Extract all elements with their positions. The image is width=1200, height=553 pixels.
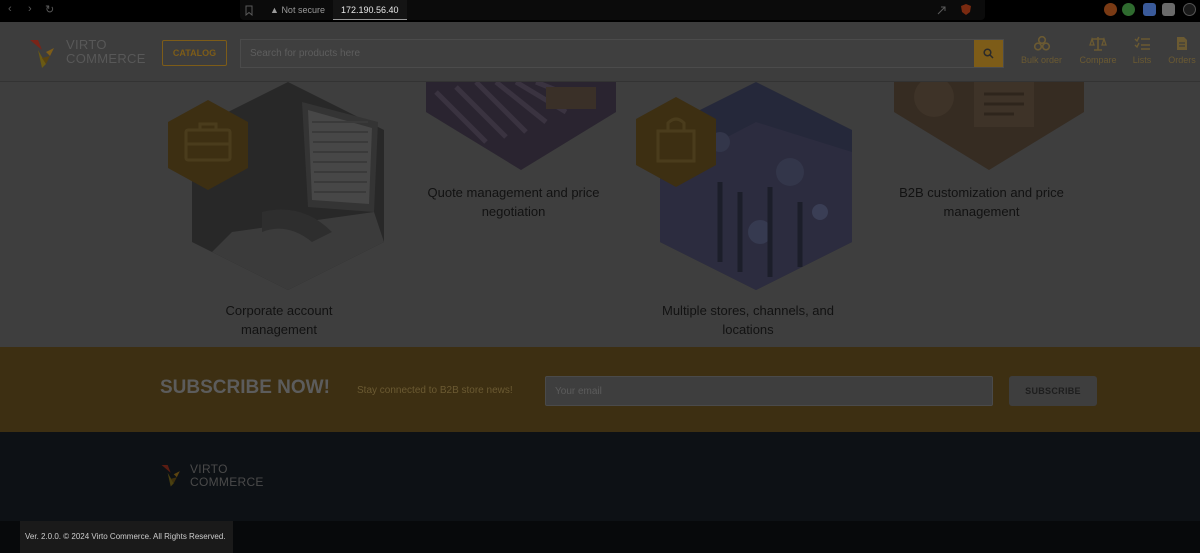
back-icon[interactable]: ‹ bbox=[8, 3, 12, 15]
bulk-order-button[interactable]: Bulk order bbox=[1019, 36, 1064, 65]
search-input[interactable] bbox=[241, 40, 976, 67]
copyright-text: Ver. 2.0.0. © 2024 Virto Commerce. All R… bbox=[20, 521, 233, 553]
handshake-image bbox=[426, 82, 616, 170]
orders-label: Orders bbox=[1168, 55, 1196, 65]
reload-icon[interactable]: ↻ bbox=[45, 3, 54, 16]
extension-icon[interactable] bbox=[1122, 3, 1135, 16]
search-box bbox=[240, 39, 1004, 68]
catalog-button[interactable]: CATALOG bbox=[162, 40, 227, 66]
feature-title-corporate: Corporate account management bbox=[225, 303, 333, 337]
scales-icon bbox=[1089, 36, 1107, 51]
shopping-bag-badge-icon bbox=[636, 97, 716, 187]
search-button[interactable] bbox=[974, 40, 1003, 67]
extension-icon[interactable] bbox=[1183, 3, 1196, 16]
forward-icon[interactable]: › bbox=[28, 3, 32, 15]
footer-logo-wordmark[interactable]: VIRTO COMMERCE bbox=[190, 463, 264, 489]
profile-icon[interactable] bbox=[1143, 3, 1156, 16]
boxes-icon bbox=[1033, 36, 1050, 51]
extension-icon[interactable] bbox=[1104, 3, 1117, 16]
warning-icon: ▲ bbox=[270, 5, 279, 15]
footer-logo-line: COMMERCE bbox=[190, 475, 264, 489]
brave-shield-icon[interactable] bbox=[960, 3, 972, 16]
email-field[interactable] bbox=[545, 376, 993, 406]
list-icon bbox=[1134, 36, 1150, 50]
page: ‹ › ↻ ▲ Not secure 172.190.56.40 VIRTO C… bbox=[0, 0, 1200, 553]
briefcase-badge-icon bbox=[168, 100, 248, 190]
logo-line: VIRTO bbox=[66, 37, 107, 52]
price-blocks-image bbox=[894, 82, 1084, 170]
lists-label: Lists bbox=[1132, 55, 1152, 65]
extension-icon[interactable] bbox=[1162, 3, 1175, 16]
search-icon bbox=[983, 48, 994, 59]
security-indicator[interactable]: ▲ Not secure bbox=[270, 5, 325, 15]
logo-line: COMMERCE bbox=[66, 51, 146, 66]
compare-button[interactable]: Compare bbox=[1078, 36, 1118, 65]
orders-icon bbox=[1177, 37, 1187, 50]
feature-title-stores: Multiple stores, channels, and locations bbox=[662, 303, 834, 337]
features-section: Corporate account management Quote manag… bbox=[0, 82, 1200, 347]
logo-wordmark[interactable]: VIRTO COMMERCE bbox=[66, 38, 146, 66]
share-icon[interactable] bbox=[936, 4, 948, 16]
footer-bottom-bar: Ver. 2.0.0. © 2024 Virto Commerce. All R… bbox=[0, 521, 1200, 553]
compare-label: Compare bbox=[1079, 55, 1117, 65]
site-header: VIRTO COMMERCE CATALOG Bulk order Compar… bbox=[0, 22, 1200, 82]
footer-logo-icon[interactable] bbox=[160, 463, 186, 487]
bulk-order-label: Bulk order bbox=[1020, 55, 1063, 65]
security-label: Not secure bbox=[281, 5, 325, 15]
subscribe-subtitle: Stay connected to B2B store news! bbox=[357, 385, 513, 396]
bookmark-icon[interactable] bbox=[245, 5, 253, 16]
lists-button[interactable]: Lists bbox=[1130, 36, 1154, 65]
browser-toolbar: ‹ › ↻ ▲ Not secure 172.190.56.40 bbox=[0, 0, 1200, 22]
feature-title-customization: B2B customization and price management bbox=[899, 185, 1064, 219]
subscribe-button[interactable]: SUBSCRIBE bbox=[1009, 376, 1097, 406]
logo-icon[interactable] bbox=[28, 38, 62, 68]
site-footer: VIRTO COMMERCE bbox=[0, 432, 1200, 521]
subscribe-section: SUBSCRIBE NOW! Stay connected to B2B sto… bbox=[0, 347, 1200, 432]
feature-title-quote: Quote management and price negotiation bbox=[427, 185, 600, 219]
url-text[interactable]: 172.190.56.40 bbox=[333, 0, 407, 20]
subscribe-title: SUBSCRIBE NOW! bbox=[160, 377, 330, 398]
orders-button[interactable]: Orders bbox=[1166, 36, 1198, 65]
